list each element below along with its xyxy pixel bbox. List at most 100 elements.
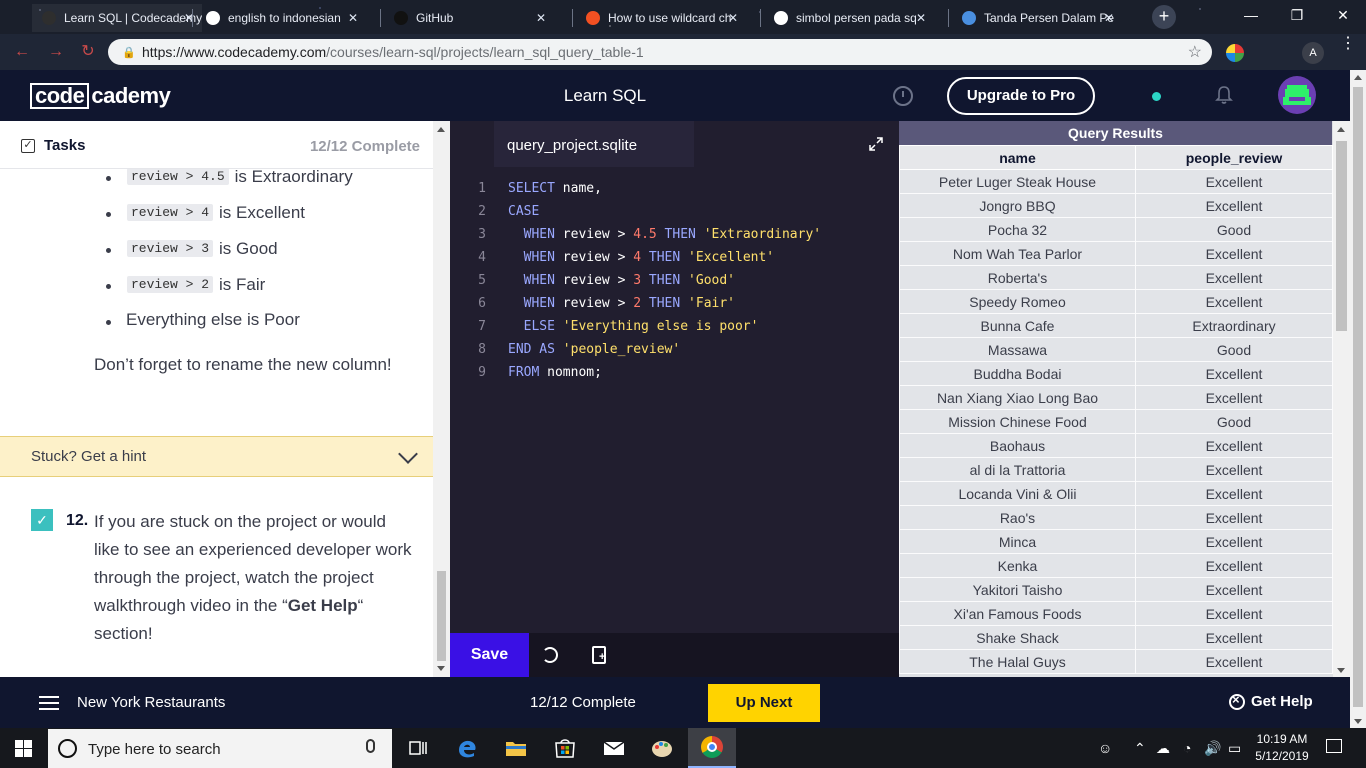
table-cell: Massawa [899,337,1136,362]
tab-title: Learn SQL | Codecademy [64,11,202,25]
browser-tab[interactable]: Learn SQL | Codecademy ✕ [32,4,202,32]
browser-tab[interactable]: How to use wildcard ch ✕ [576,4,746,32]
address-bar[interactable]: 🔒 https://www.codecademy.com/courses/lea… [108,39,1212,65]
task-complete-checkbox[interactable]: ✓ [31,509,53,531]
close-tab-icon[interactable]: ✕ [728,11,738,25]
upgrade-to-pro-button[interactable]: Upgrade to Pro [947,77,1095,115]
column-header: name [899,145,1136,170]
microsoft-icon [586,11,600,25]
code-text: WHEN review > 4.5 THEN 'Extraordinary' [508,227,822,242]
tab-title: How to use wildcard ch [608,11,732,25]
file-explorer-icon[interactable] [504,736,528,760]
expand-icon[interactable] [869,137,883,151]
table-cell: al di la Trattoria [899,457,1136,482]
volume-icon[interactable]: 🔊 [1204,740,1221,757]
reset-icon[interactable] [542,647,558,663]
table-cell: Excellent [1135,481,1333,506]
table-cell: Nom Wah Tea Parlor [899,241,1136,266]
search-placeholder: Type here to search [88,741,221,758]
people-icon[interactable]: ☺ [1098,740,1112,756]
microsoft-store-icon[interactable] [553,736,577,760]
close-tab-icon[interactable]: ✕ [1104,11,1114,25]
save-button[interactable]: Save [450,633,529,677]
maximize-button[interactable]: ❐ [1274,0,1320,32]
hint-label: Stuck? Get a hint [31,448,147,465]
mail-icon[interactable] [602,736,626,760]
close-window-button[interactable]: ✕ [1320,0,1366,32]
table-cell: Yakitori Taisho [899,577,1136,602]
instructions-scrollbar[interactable] [433,121,450,677]
get-help-button[interactable]: Get Help [1229,692,1313,710]
inline-code: review > 2 [127,276,214,294]
back-icon[interactable]: ← [12,42,32,62]
windows-start-icon[interactable] [15,740,32,757]
action-center-icon[interactable] [1326,739,1342,753]
notification-bell-icon[interactable] [1215,85,1233,105]
edge-browser-icon[interactable] [455,736,479,760]
battery-icon[interactable]: ▭ [1228,740,1241,757]
browser-tab[interactable]: english to indonesian ✕ [196,4,366,32]
table-cell: Excellent [1135,625,1333,650]
table-cell: Roberta's [899,265,1136,290]
browser-tab-strip: Learn SQL | Codecademy ✕ english to indone… [0,0,1366,34]
table-row: Jongro BBQ Excellent [899,193,1333,218]
inline-code: review > 3 [127,240,214,258]
windows-taskbar: Type here to search ☺ ⌃ ☁ ◔ 🔊 ▭ 10:19 AM… [0,728,1366,768]
clock-date: 5/12/2019 [1255,749,1309,763]
onedrive-icon[interactable]: ☁ [1156,740,1170,757]
column-header: people_review [1135,145,1333,170]
table-row: Mission Chinese Food Good [899,409,1333,434]
user-avatar[interactable] [1278,76,1316,114]
file-tab[interactable]: query_project.sqlite [494,121,694,167]
codecademy-logo[interactable]: code cademy [30,83,171,109]
copy-to-clipboard-icon[interactable] [592,646,606,664]
task-view-icon[interactable] [406,736,430,760]
browser-tab[interactable]: Tanda Persen Dalam Pe ✕ [952,4,1122,32]
get-hint-toggle[interactable]: Stuck? Get a hint [0,436,433,477]
table-cell: Pocha 32 [899,217,1136,242]
taskbar-search[interactable]: Type here to search [48,729,392,768]
table-cell: Excellent [1135,169,1333,194]
line-number: 2 [478,204,486,219]
extension-icon[interactable] [1226,44,1244,62]
task-number: 12. [66,512,89,529]
close-tab-icon[interactable]: ✕ [348,11,358,25]
tasks-progress: 12/12 Complete [309,138,420,155]
table-row: Minca Excellent [899,529,1333,554]
wifi-icon[interactable]: ◔ [1183,740,1191,756]
page-scrollbar[interactable] [1350,70,1366,728]
criteria-item: review > 2 is Fair [106,274,428,298]
app-header: code cademy Learn SQL Upgrade to Pro [0,70,1350,121]
results-scrollbar[interactable] [1333,121,1350,677]
forward-icon[interactable]: → [46,42,66,62]
screen: Learn SQL | Codecademy ✕ english to indone… [0,0,1366,768]
menu-icon[interactable] [39,696,59,710]
table-cell: Shake Shack [899,625,1136,650]
reload-icon[interactable]: ↻ [78,42,98,62]
chevron-up-icon[interactable]: ⌃ [1134,740,1146,757]
up-next-button[interactable]: Up Next [708,684,820,722]
browser-tab[interactable]: GitHub ✕ [384,4,554,32]
minimize-button[interactable]: — [1228,0,1274,32]
close-tab-icon[interactable]: ✕ [536,11,546,25]
browser-tab[interactable]: simbol persen pada sq ✕ [764,4,934,32]
alarm-clock-icon[interactable] [893,86,913,106]
table-row: Baohaus Excellent [899,433,1333,458]
new-tab-button[interactable]: + [1152,5,1176,29]
microphone-icon[interactable] [366,739,375,753]
table-cell: Excellent [1135,553,1333,578]
criteria-item: review > 4 is Excellent [106,202,428,226]
table-row: Massawa Good [899,337,1333,362]
tasks-header[interactable]: ✓ Tasks 12/12 Complete [0,121,433,169]
system-clock[interactable]: 10:19 AM 5/12/2019 [1254,731,1310,765]
line-number: 8 [478,342,486,357]
browser-menu-icon[interactable]: ⋮ [1340,36,1356,52]
chrome-icon[interactable] [701,736,723,758]
line-number: 5 [478,273,486,288]
profile-avatar[interactable]: A [1302,42,1324,64]
criteria-text: is Fair [219,274,266,294]
bookmark-star-icon[interactable]: ☆ [1188,42,1202,62]
close-tab-icon[interactable]: ✕ [916,11,926,25]
paint-app-icon[interactable] [650,736,674,760]
get-help-label: Get Help [1251,693,1313,710]
